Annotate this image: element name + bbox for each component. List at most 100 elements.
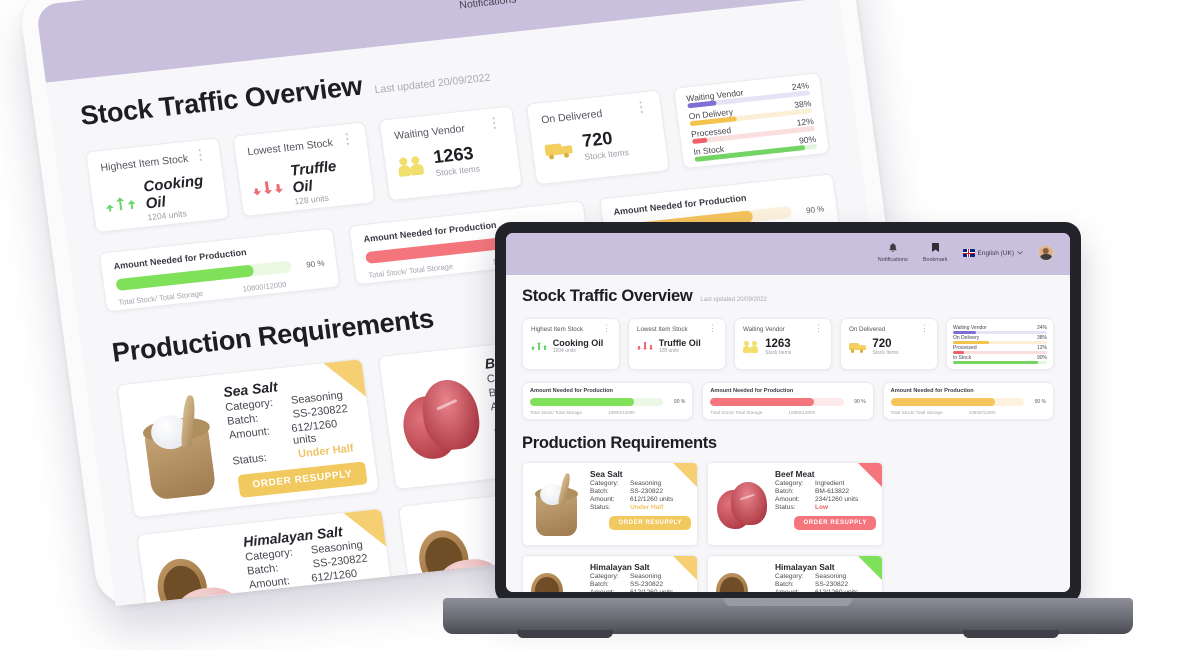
product-field-label-amount: Amount: [775,496,800,503]
arrow-stem [118,200,123,210]
product-thumbnail [148,534,250,607]
kebab-menu-icon[interactable]: ⋮ [633,98,649,115]
kebab-menu-icon[interactable]: ⋮ [708,324,717,333]
kebab-menu-icon[interactable]: ⋮ [920,324,929,333]
stat-card-label: Highest Item Stock [531,326,583,333]
stat-card-lowest-item-stock[interactable]: Lowest Item Stock ⋮ Truffle Oil 128 units [628,318,726,370]
legend-percent: 90% [1036,354,1047,361]
bookmark-header-item[interactable]: Bookmark [923,243,948,263]
bell-icon[interactable] [889,243,897,255]
page-title: Stock Traffic Overview [78,70,364,131]
arrow-glyph [648,344,653,350]
product-card[interactable]: Sea Salt Category: Seasoning Batch: SS-23082… [522,462,698,546]
legend-entry-header: Waiting Vendor 24% [953,325,1047,331]
storage-bar-foot-value: 10800/12000 [242,279,287,294]
app-header: Notifications Bookmark English (UK) [506,233,1070,275]
arrow-glyph [262,180,273,195]
kebab-menu-icon[interactable]: ⋮ [339,130,355,147]
truck-icon [544,139,574,160]
storage-bar-foot-label: Total Stock/ Total Storage [367,261,454,280]
stat-card-waiting-vendor[interactable]: Waiting Vendor ⋮ 1263 Stock Items [379,105,523,202]
himalayan-salt-photo [529,562,585,592]
storage-bar-foot-value: 10800/12000 [968,410,996,415]
himalayan-salt-photo-pile2 [195,600,245,607]
product-field-label-batch: Batch: [775,488,794,495]
uk-flag-icon [962,249,975,257]
stat-card-label: On Delivered [849,326,886,333]
order-resupply-button[interactable]: ORDER RESUPPLY [794,516,876,530]
kebab-menu-icon[interactable]: ⋮ [192,146,208,163]
storage-bar-track [710,398,844,406]
product-field-value-category: Seasoning [815,573,847,580]
legend-entry-header: Processed 12% [953,345,1047,351]
laptop-base [443,598,1133,634]
legend-fill [953,350,965,354]
order-resupply-button[interactable]: ORDER RESUPPLY [237,461,368,498]
product-card[interactable]: Himalayan SaltCategory:SeasoningBatch:SS… [707,555,883,592]
stat-card-highest-item-stock[interactable]: Highest Item Stock ⋮ Cooking Oil 1204 units [85,137,230,234]
truck-wheel [850,349,854,353]
kebab-menu-icon[interactable]: ⋮ [814,324,823,333]
beef-meat-photo-m2 [730,481,767,525]
storage-bar-foot-label: Total Stock/ Total Storage [890,410,943,415]
stat-card-lowest-item-stock[interactable]: Lowest Item Stock ⋮ Truffle Oil 128 units [232,121,377,218]
storage-bar-percent: 90 % [854,399,866,405]
bookmark-icon[interactable] [931,243,939,255]
stat-card-highest-item-stock[interactable]: Highest Item Stock ⋮ Cooking Oil 1204 units [522,318,620,370]
stat-card-waiting-vendor[interactable]: Waiting Vendor ⋮ 1263 Stock Items [734,318,832,370]
stat-card-content: 1263 Stock Items [743,338,823,356]
stat-card-label: Highest Item Stock [99,152,190,175]
product-card[interactable]: Himalayan SaltCategory:SeasoningBatch:SS… [136,507,400,607]
product-field-value-category: Seasoning [630,573,662,580]
legend-label: In Stock [953,354,972,361]
legend-track [953,330,1047,334]
kebab-menu-icon[interactable]: ⋮ [602,324,611,333]
product-field-label-batch: Batch: [775,581,794,588]
people-body [750,346,759,354]
stat-card-on-delivered[interactable]: On Delivered ⋮ 720 Stock Items [525,89,670,186]
legend-entry: In Stock 90% [953,355,1047,364]
product-field-batch: Batch: SS-230822 [590,488,691,495]
storage-bar-foot-label: Total Stock/ Total Storage [710,410,763,415]
status-corner-flag [858,463,882,487]
bell-header-item[interactable]: Notifications [456,0,517,11]
stat-card-unit: 128 units [658,348,680,354]
himalayan-salt-photo [714,562,770,592]
product-thumbnail [714,469,770,539]
chevron-down-icon[interactable] [1017,250,1023,257]
product-field-value-amount: 612/1260 units [630,589,673,592]
storage-bar-fill [890,398,995,406]
storage-bar-track [890,398,1024,406]
page-title-row: Stock Traffic Overview Last updated 20/09… [522,287,1054,306]
user-avatar[interactable] [1038,245,1054,261]
product-card[interactable]: Himalayan SaltCategory:SeasoningBatch:SS… [522,555,698,592]
stat-card-unit: 1204 units [552,348,576,354]
order-resupply-button[interactable]: ORDER RESUPPLY [609,516,691,530]
storage-bar-footer: Total Stock/ Total Storage 10800/12000 [530,410,685,415]
arrow-head [637,347,641,350]
sea-salt-photo [128,385,230,507]
bookmark-header-item[interactable]: Bookmark [543,0,594,2]
product-card[interactable]: Beef MeatCategory:IngredientBatch:BM-613… [707,462,883,546]
stat-card-content: Truffle Oil 128 units [249,155,362,210]
language-selector[interactable]: English (UK) [962,249,1023,257]
legend-fill [953,330,976,334]
stat-card-label: Lowest Item Stock [637,326,688,333]
kebab-menu-icon[interactable]: ⋮ [486,114,502,131]
arrow-glyph [274,183,284,194]
stat-card-row: Highest Item Stock ⋮ Cooking Oil 1204 units… [522,318,1054,370]
product-card[interactable]: Sea Salt Category: Seasoning Batch: SS-23082… [116,358,380,519]
stat-card-content: Cooking Oil 1204 units [103,171,216,226]
product-field-amount: Amount: 612/1260 units [590,589,691,592]
storage-bar-track [530,398,664,406]
product-field-label-amount: Amount: [228,425,271,442]
laptop-device-mockup: Notifications Bookmark English (UK) Stock T… [443,222,1133,650]
product-field-label-batch: Batch: [590,488,609,495]
product-field-value-batch: BM-613822 [815,488,850,495]
legend-entry-header: On Delivery 38% [953,335,1047,341]
laptop-foot-left [517,630,613,638]
arrow-glyph [105,203,114,212]
stat-card-item-name: Truffle Oil [658,338,701,348]
stat-card-on-delivered[interactable]: On Delivered ⋮ 720 Stock Items [840,318,938,370]
bell-header-item[interactable]: Notifications [878,243,908,263]
